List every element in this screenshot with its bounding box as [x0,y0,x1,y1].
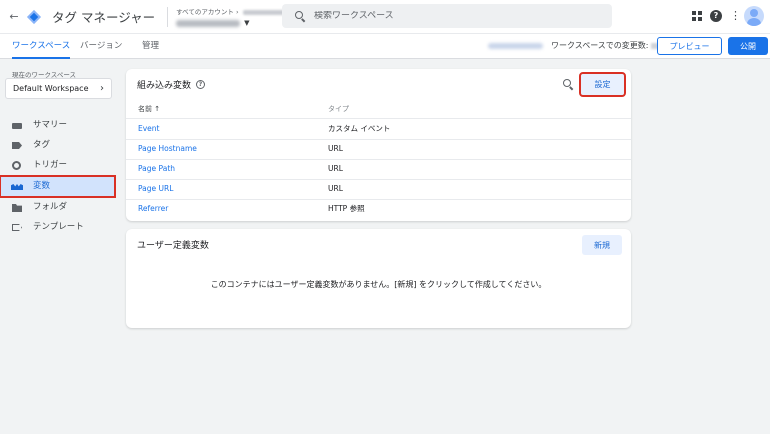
table-row[interactable]: Page Hostname URL [126,139,631,160]
publish-button[interactable]: 公開 [728,37,768,55]
search-icon [295,10,306,22]
account-selector[interactable]: すべてのアカウント › ▼ [176,6,293,27]
sidebar-item-label: タグ [33,140,51,150]
apps-grid-icon[interactable] [692,11,702,21]
variable-type: カスタム イベント [328,124,391,133]
search-icon[interactable] [563,79,574,91]
variable-name-link[interactable]: Referrer [138,199,168,219]
sidebar-item-tags[interactable]: タグ [0,135,115,156]
variable-type: URL [328,144,343,153]
variable-type: URL [328,164,343,173]
search-input[interactable] [314,11,594,21]
table-row[interactable]: Page Path URL [126,159,631,180]
configure-button[interactable]: 設定 [579,72,626,97]
tab-bar: ワークスペース バージョン 管理 ワークスペースでの変更数: プレビュー 公開 [0,33,770,59]
header-actions: ? ⋮ [692,6,764,26]
template-icon [12,224,22,231]
card-title: 組み込み変数 [137,81,192,91]
sidebar-item-triggers[interactable]: トリガー [0,155,115,176]
search-bar[interactable] [282,4,612,28]
summary-icon [12,123,22,129]
builtin-variables-card: 組み込み変数 ? 設定 名前 ↑ タイプ Event カスタム イベント Pag… [126,69,631,221]
user-defined-variables-card: ユーザー定義変数 新規 このコンテナにはユーザー定義変数がありません。[新規] … [126,229,631,328]
workspace-changes-label: ワークスペースでの変更数: [551,41,649,50]
column-header-type: タイプ [328,105,349,113]
more-vert-icon[interactable]: ⋮ [730,10,741,21]
sidebar-item-folders[interactable]: フォルダ [0,197,115,218]
table-row[interactable]: Event カスタム イベント [126,119,631,140]
tab-versions[interactable]: バージョン [80,34,122,59]
redacted-container-name [176,19,241,27]
variables-icon [11,184,23,190]
tag-manager-logo-icon [26,9,42,25]
sidebar-item-summary[interactable]: サマリー [0,115,115,136]
variable-name-link[interactable]: Page URL [138,179,173,199]
sidebar-item-label: 変数 [33,181,51,191]
empty-state-message: このコンテナにはユーザー定義変数がありません。[新規] をクリックして作成してく… [210,280,547,289]
arrow-back-icon[interactable]: ← [4,10,24,23]
chevron-right-icon: › [100,83,104,94]
variable-type: URL [328,184,343,193]
redacted-workspace-info [488,43,543,49]
table-row[interactable]: Page URL URL [126,179,631,200]
sidebar-item-label: サマリー [33,120,68,130]
help-icon[interactable]: ? [710,10,722,22]
sidebar-item-label: テンプレート [33,222,84,232]
variable-name-link[interactable]: Page Path [138,159,175,179]
app-title: タグ マネージャー [52,10,156,25]
top-bar: ← タグ マネージャー すべてのアカウント › ▼ ? ⋮ [0,0,770,33]
sidebar-item-templates[interactable]: テンプレート [0,217,115,238]
variable-name-link[interactable]: Event [138,119,160,139]
sidebar-item-label: トリガー [33,160,68,170]
workspace-selector[interactable]: Default Workspace › [5,78,112,99]
card-title: ユーザー定義変数 [137,241,209,251]
variable-type: HTTP 参照 [328,204,365,213]
caret-down-icon[interactable]: ▼ [244,19,249,27]
tab-workspace[interactable]: ワークスペース [12,34,71,59]
trigger-icon [12,161,21,170]
sidebar-item-variables[interactable]: 変数 [0,175,116,198]
workspace-name: Default Workspace [13,84,89,93]
table-row[interactable]: Referrer HTTP 参照 [126,199,631,220]
variable-name-link[interactable]: Page Hostname [138,139,197,159]
sidebar-item-label: フォルダ [33,202,68,212]
account-label: すべてのアカウント [176,8,234,16]
avatar[interactable] [744,6,764,26]
divider [167,6,169,27]
folder-icon [12,204,22,212]
help-circle-icon[interactable]: ? [196,80,206,89]
workspace-changes: ワークスペースでの変更数: [551,34,660,58]
tab-admin[interactable]: 管理 [142,34,159,59]
tag-icon [12,142,22,149]
new-variable-button[interactable]: 新規 [582,235,622,255]
preview-button[interactable]: プレビュー [657,37,722,55]
column-header-name[interactable]: 名前 ↑ [138,104,160,114]
breadcrumb-separator: › [235,8,239,16]
